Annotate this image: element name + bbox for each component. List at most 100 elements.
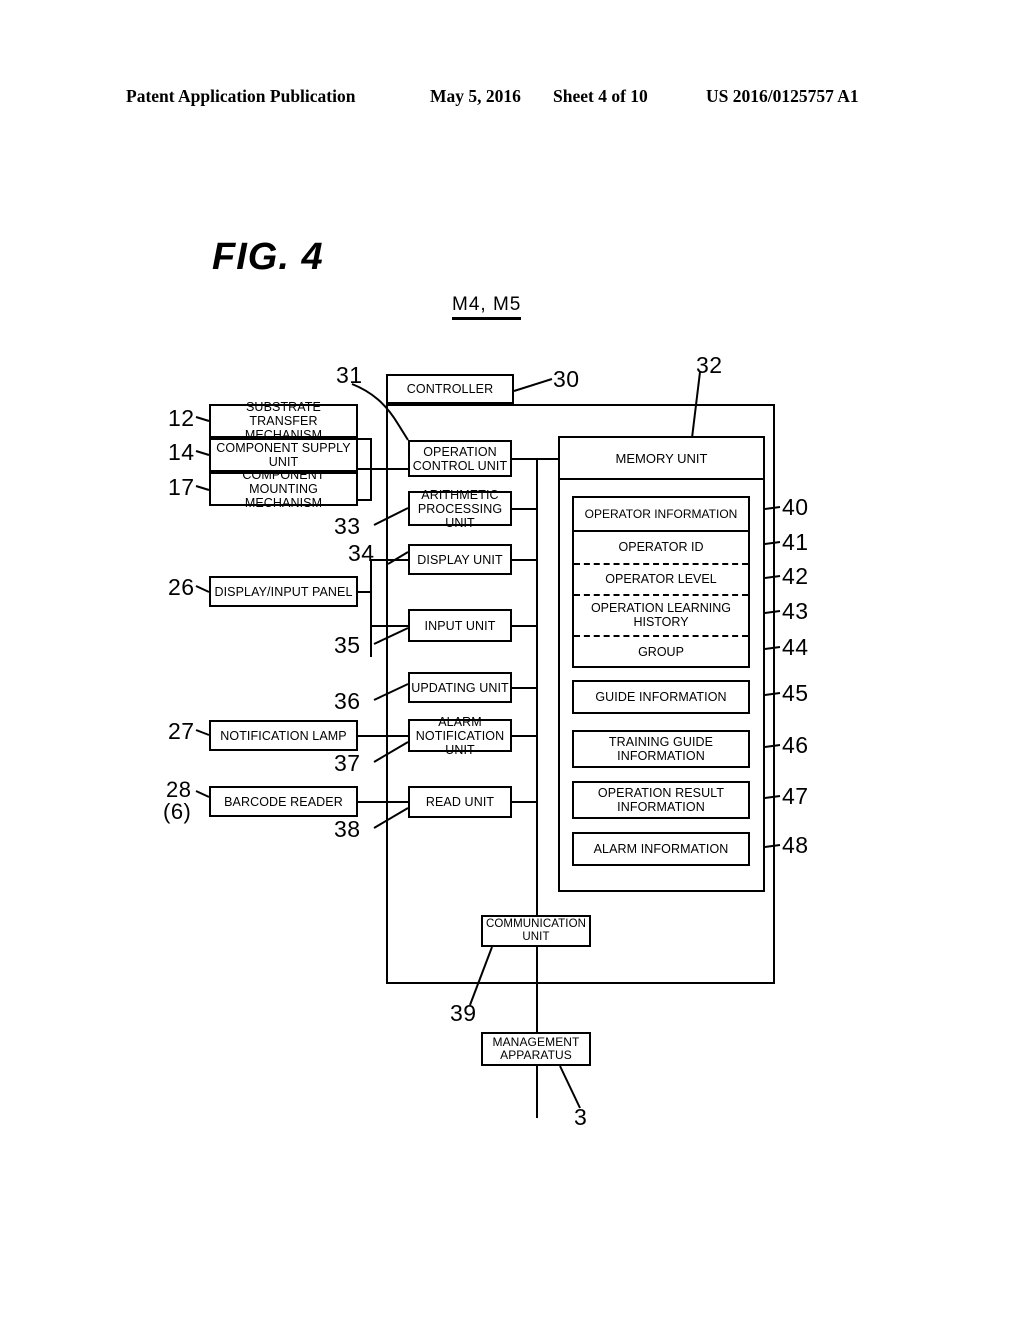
ref-numeral-41: 41	[782, 529, 809, 555]
ref-numeral-47: 47	[782, 783, 809, 809]
display-unit-label: DISPLAY UNIT	[417, 552, 503, 567]
connector-panel-to-input-unit	[370, 625, 408, 627]
updating-unit-box: UPDATING UNIT	[408, 672, 512, 703]
ref-numeral-35: 35	[334, 632, 361, 658]
notification-lamp-label: NOTIFICATION LAMP	[220, 728, 347, 743]
memory-unit-label: MEMORY UNIT	[615, 450, 708, 466]
operator-level-label: OPERATOR LEVEL	[605, 571, 717, 586]
bus-stub-operation-control	[512, 458, 538, 460]
training-guide-information-label: TRAINING GUIDE INFORMATION	[608, 735, 714, 763]
bus-stub-alarm-notification	[512, 735, 538, 737]
connector-panel-bracket	[370, 559, 372, 657]
component-mounting-mechanism-label: COMPONENT MOUNTING MECHANISM	[242, 468, 325, 510]
ref-numeral-26: 26	[168, 574, 195, 600]
ref-numeral-28-secondary: (6)	[163, 799, 192, 824]
connector-left-bracket-join	[370, 468, 372, 470]
connector-stub-12	[358, 438, 372, 440]
operation-learning-history-label: OPERATION LEARNING HISTORY	[590, 600, 732, 629]
operator-information-block: OPERATOR INFORMATION OPERATOR ID OPERATO…	[572, 496, 750, 668]
management-apparatus-box: MANAGEMENT APPARATUS	[481, 1032, 591, 1066]
ref-numeral-17: 17	[168, 474, 195, 500]
bus-stub-arithmetic	[512, 508, 538, 510]
operation-control-unit-box: OPERATION CONTROL UNIT	[408, 440, 512, 477]
controller-label: CONTROLLER	[406, 382, 494, 396]
connector-27-to-alarm-notification	[358, 735, 408, 737]
connector-28-to-read-unit	[358, 801, 408, 803]
arithmetic-processing-unit-label: ARITHMETIC PROCESSING UNIT	[417, 487, 503, 530]
component-supply-unit-box: COMPONENT SUPPLY UNIT	[209, 438, 358, 472]
display-input-panel-label: DISPLAY/INPUT PANEL	[214, 584, 353, 599]
controller-box: CONTROLLER	[386, 374, 514, 404]
connector-14-to-operation-control	[358, 468, 408, 470]
operation-control-unit-label: OPERATION CONTROL UNIT	[412, 444, 508, 473]
ref-numeral-37: 37	[334, 750, 361, 776]
ref-numeral-40: 40	[782, 494, 809, 520]
ref-numeral-28: 28	[166, 777, 192, 802]
block-diagram: CONTROLLER SUBSTRATE TRANSFER MECHANISM …	[0, 0, 1024, 1320]
read-unit-box: READ UNIT	[408, 786, 512, 818]
memory-unit-header: MEMORY UNIT	[560, 438, 763, 480]
bus-stub-display-unit	[512, 559, 538, 561]
operator-id-label: OPERATOR ID	[618, 539, 704, 554]
ref-numeral-12: 12	[168, 405, 195, 431]
operation-result-information-box: OPERATION RESULT INFORMATION	[572, 781, 750, 819]
input-unit-label: INPUT UNIT	[424, 618, 496, 633]
component-supply-unit-label: COMPONENT SUPPLY UNIT	[216, 441, 351, 469]
ref-numeral-31: 31	[336, 362, 363, 388]
operator-information-label: OPERATOR INFORMATION	[584, 507, 738, 521]
operator-information-header: OPERATOR INFORMATION	[574, 498, 748, 532]
component-mounting-mechanism-box: COMPONENT MOUNTING MECHANISM	[209, 468, 358, 510]
communication-unit-label: COMMUNICATION UNIT	[485, 918, 587, 943]
connector-panel-to-display-unit	[370, 559, 408, 561]
guide-information-box: GUIDE INFORMATION	[572, 680, 750, 714]
alarm-information-box: ALARM INFORMATION	[572, 832, 750, 866]
substrate-transfer-mechanism-box: SUBSTRATE TRANSFER MECHANISM	[209, 400, 358, 442]
operator-id-row: OPERATOR ID	[574, 532, 748, 563]
input-unit-box: INPUT UNIT	[408, 609, 512, 642]
ref-numeral-48: 48	[782, 832, 809, 858]
bus-stub-input-unit	[512, 625, 538, 627]
barcode-reader-box: BARCODE READER	[209, 786, 358, 817]
operation-result-information-label: OPERATION RESULT INFORMATION	[597, 786, 725, 814]
guide-information-label: GUIDE INFORMATION	[595, 690, 727, 704]
ref-numeral-43: 43	[782, 598, 809, 624]
alarm-notification-unit-label: ALARM NOTIFICATION UNIT	[415, 714, 505, 757]
ref-numeral-38: 38	[334, 816, 361, 842]
ref-numeral-32: 32	[696, 352, 723, 378]
ref-numeral-33: 33	[334, 513, 361, 539]
training-guide-information-box: TRAINING GUIDE INFORMATION	[572, 730, 750, 768]
bus-stub-read-unit	[512, 801, 538, 803]
substrate-transfer-mechanism-label: SUBSTRATE TRANSFER MECHANISM	[244, 400, 323, 442]
ref-numeral-45: 45	[782, 680, 809, 706]
ref-numeral-42: 42	[782, 563, 809, 589]
operator-level-row: OPERATOR LEVEL	[574, 563, 748, 594]
updating-unit-label: UPDATING UNIT	[411, 680, 509, 695]
bus-to-memory-unit	[536, 458, 560, 460]
display-input-panel-box: DISPLAY/INPUT PANEL	[209, 576, 358, 607]
notification-lamp-box: NOTIFICATION LAMP	[209, 720, 358, 751]
operation-learning-history-row: OPERATION LEARNING HISTORY	[574, 594, 748, 635]
ref-numeral-46: 46	[782, 732, 809, 758]
alarm-notification-unit-box: ALARM NOTIFICATION UNIT	[408, 715, 512, 757]
ref-numeral-34: 34	[348, 540, 375, 566]
barcode-reader-label: BARCODE READER	[224, 794, 343, 809]
group-label: GROUP	[638, 644, 684, 659]
management-apparatus-label: MANAGEMENT APPARATUS	[492, 1034, 580, 1062]
communication-vertical-link	[536, 928, 538, 1118]
alarm-information-label: ALARM INFORMATION	[593, 842, 729, 856]
arithmetic-processing-unit-box: ARITHMETIC PROCESSING UNIT	[408, 488, 512, 530]
read-unit-label: READ UNIT	[425, 795, 495, 809]
ref-numeral-36: 36	[334, 688, 361, 714]
internal-bus-vertical	[536, 458, 538, 928]
bus-stub-updating-unit	[512, 687, 538, 689]
ref-numeral-30: 30	[553, 366, 580, 392]
ref-numeral-44: 44	[782, 634, 809, 660]
display-unit-box: DISPLAY UNIT	[408, 544, 512, 575]
group-row: GROUP	[574, 635, 748, 668]
ref-numeral-3: 3	[574, 1104, 588, 1130]
ref-numeral-14: 14	[168, 439, 195, 465]
ref-numeral-27: 27	[168, 718, 195, 744]
connector-stub-17	[358, 499, 372, 501]
ref-numeral-39: 39	[450, 1000, 477, 1026]
communication-unit-box: COMMUNICATION UNIT	[481, 915, 591, 947]
